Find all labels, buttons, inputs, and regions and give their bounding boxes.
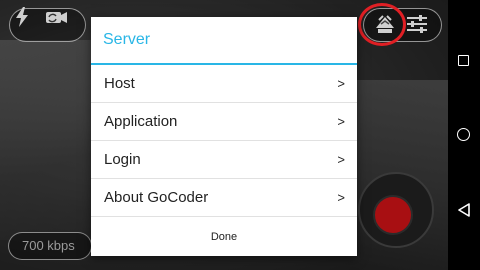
chevron-right-icon: > (337, 76, 345, 91)
square-icon[interactable] (458, 55, 469, 66)
chevron-right-icon: > (337, 190, 345, 205)
bitrate-indicator: 700 kbps (8, 232, 92, 260)
circle-icon[interactable] (457, 128, 470, 141)
menu-item-about[interactable]: About GoCoder > (91, 179, 357, 217)
menu-item-label: Application (104, 113, 178, 130)
chevron-right-icon: > (337, 152, 345, 167)
server-dialog: Server Host > Application > Login > Abou… (91, 17, 357, 256)
done-button[interactable]: Done (91, 218, 357, 256)
menu-item-label: About GoCoder (104, 189, 209, 206)
menu-item-host[interactable]: Host > (91, 65, 357, 103)
record-icon[interactable] (373, 195, 413, 235)
menu-item-application[interactable]: Application > (91, 103, 357, 141)
settings-sliders-icon[interactable] (406, 13, 428, 35)
menu-item-label: Login (104, 151, 141, 168)
highlight-ring (358, 3, 406, 46)
triangle-back-icon[interactable] (457, 203, 471, 217)
menu-item-label: Host (104, 75, 135, 92)
camera-switch-icon[interactable] (44, 8, 68, 26)
dialog-title: Server (103, 31, 151, 48)
chevron-right-icon: > (337, 114, 345, 129)
flash-icon[interactable] (15, 7, 29, 27)
menu-item-login[interactable]: Login > (91, 141, 357, 179)
